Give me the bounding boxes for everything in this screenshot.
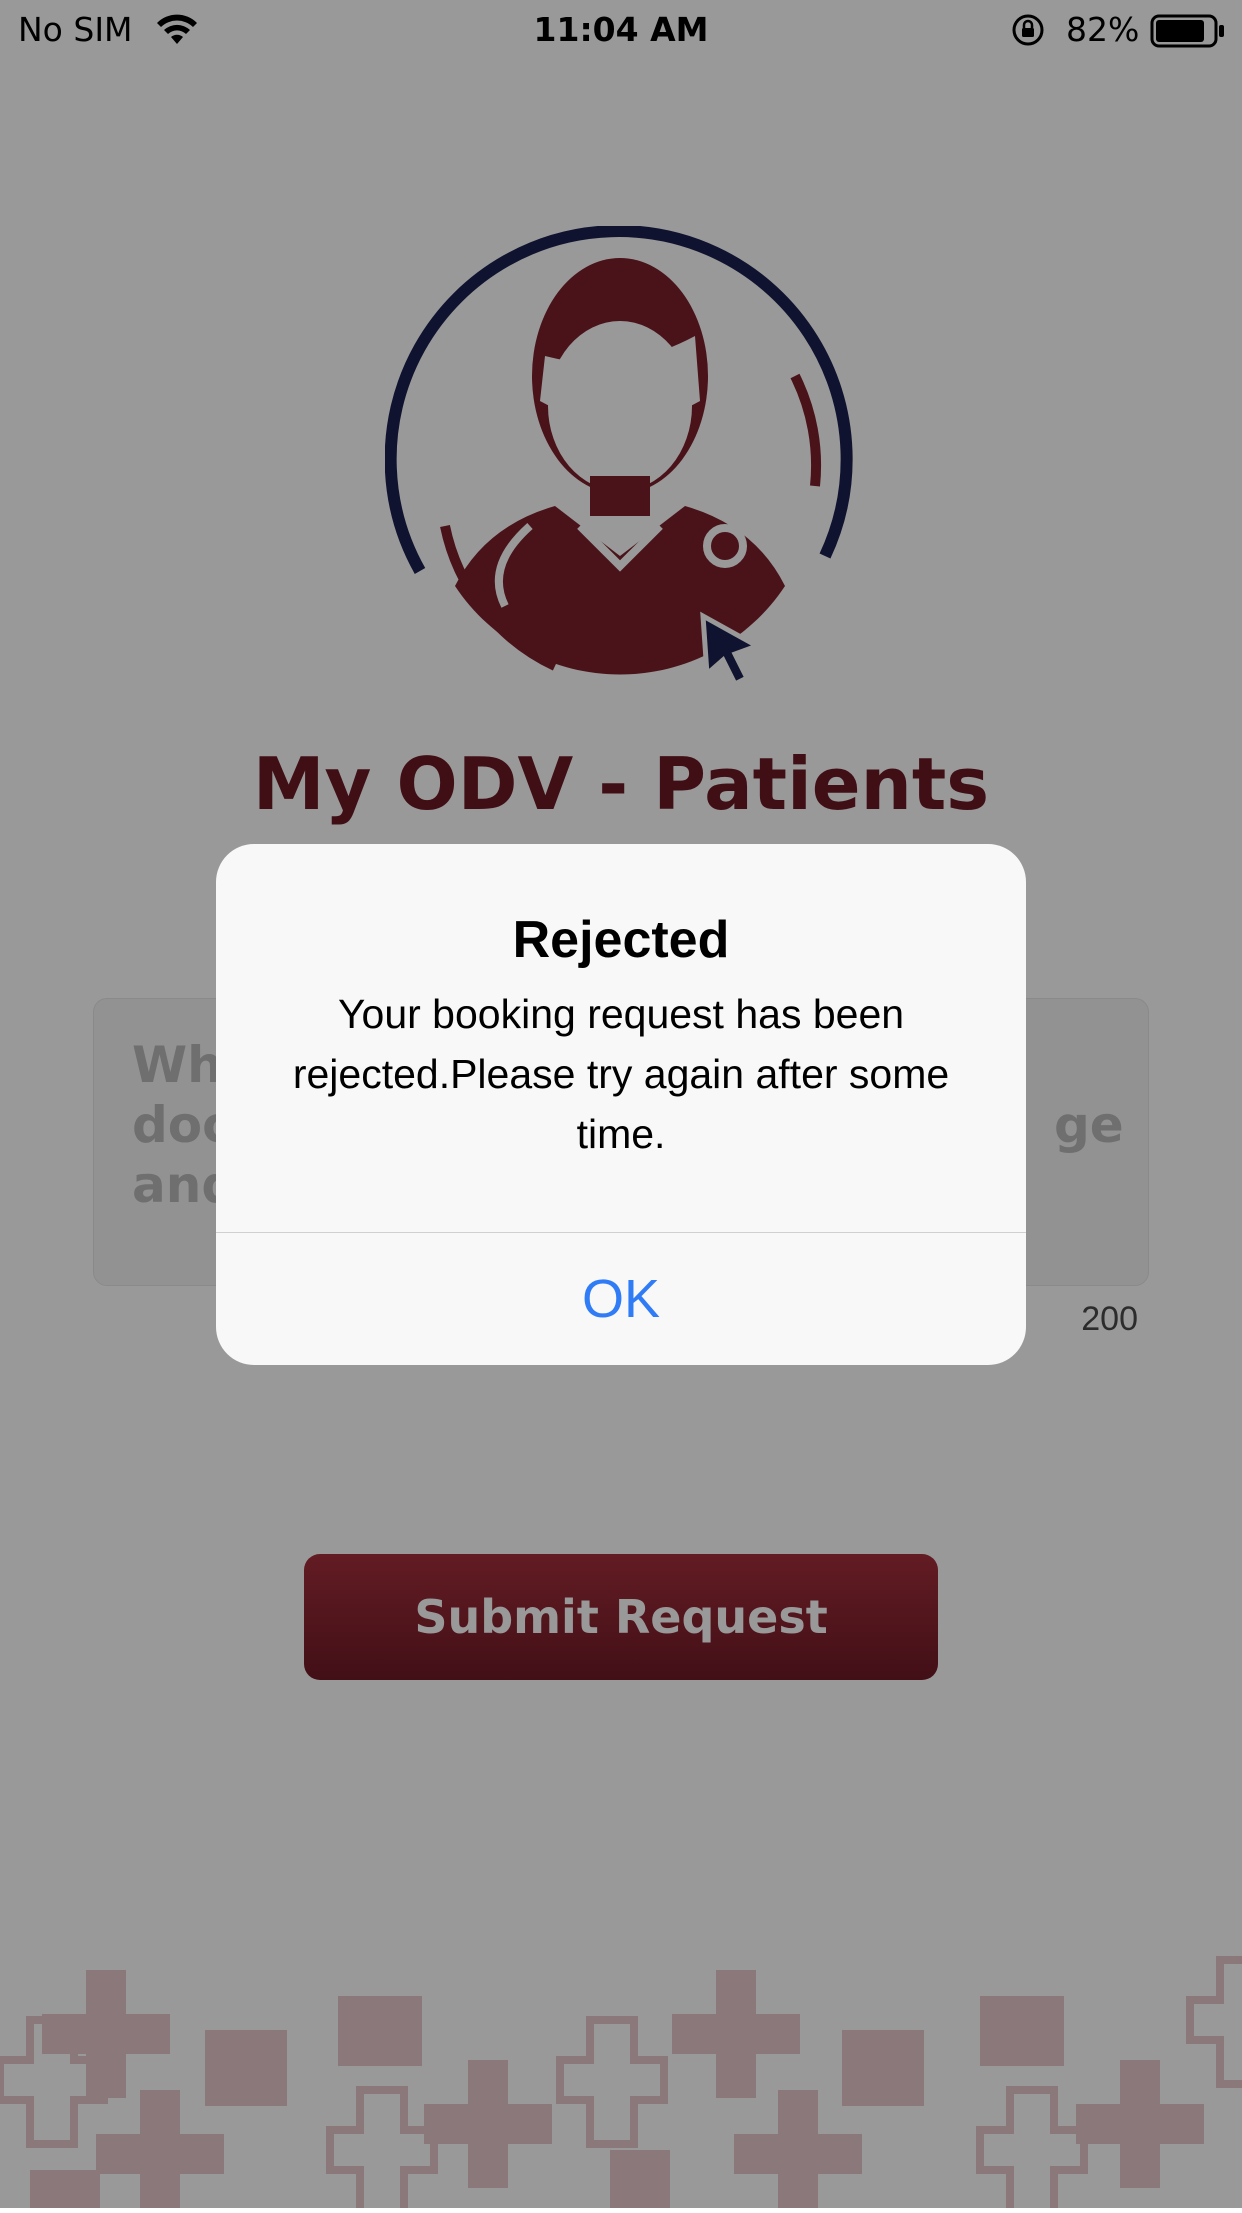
ok-button[interactable]: OK	[216, 1233, 1026, 1365]
rejected-alert-dialog: Rejected Your booking request has been r…	[216, 844, 1026, 1365]
alert-title: Rejected	[512, 911, 730, 969]
alert-message: Your booking request has been rejected.P…	[292, 991, 950, 1157]
